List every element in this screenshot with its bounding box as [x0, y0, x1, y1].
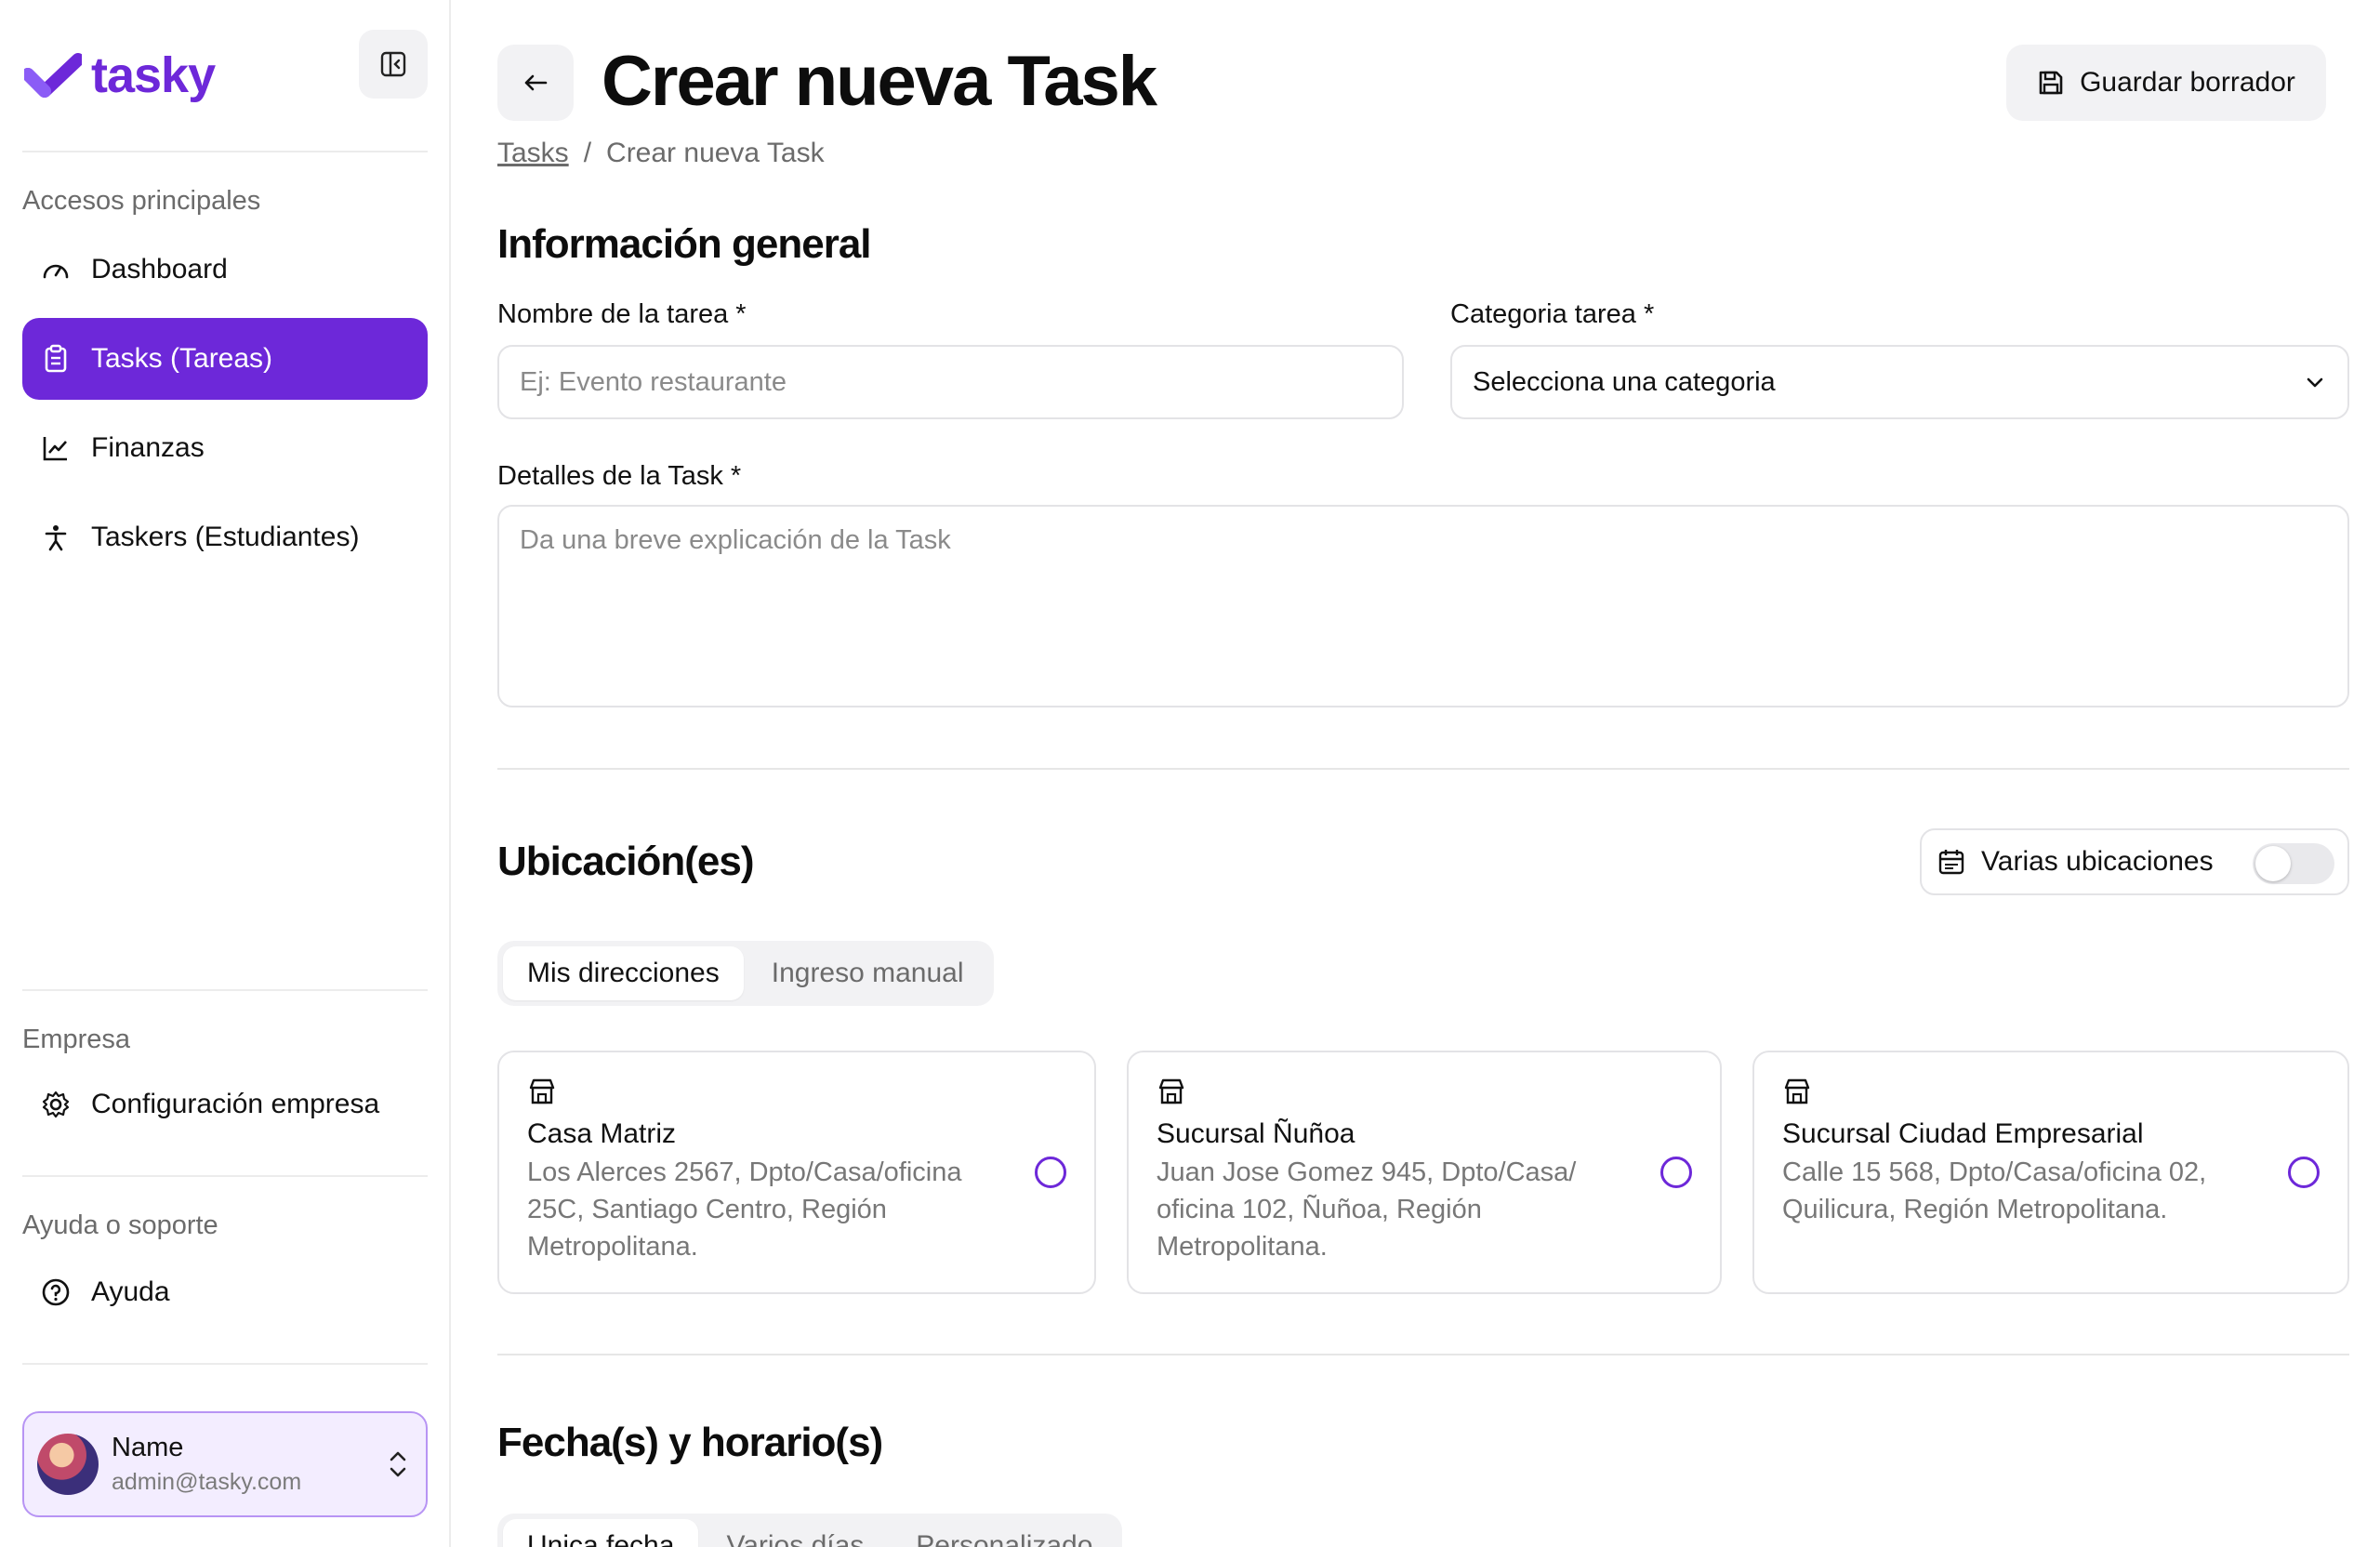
details-label: Detalles de la Task * [497, 461, 742, 491]
task-name-label: Nombre de la tarea * [497, 299, 747, 329]
store-icon [1158, 1078, 1184, 1104]
section-title-schedule: Fecha(s) y horario(s) [497, 1420, 883, 1465]
tab-personalizado[interactable]: Personalizado [892, 1519, 1117, 1547]
switch-knob [2255, 846, 2291, 881]
address-text: Los Alerces 2567, Dpto/Casa/oficina 25C,… [527, 1157, 962, 1262]
store-icon [529, 1078, 555, 1104]
user-menu[interactable]: Name admin@tasky.com [22, 1411, 428, 1517]
address-name: Sucursal Ciudad Empresarial [1782, 1118, 2144, 1149]
sidebar-item-tasks[interactable]: Tasks (Tareas) [22, 318, 428, 400]
sidebar-item-label: Ayuda [91, 1276, 170, 1307]
sidebar-divider [22, 151, 428, 152]
save-icon [2039, 71, 2063, 95]
chart-line-icon [39, 431, 73, 465]
user-email: admin@tasky.com [112, 1469, 302, 1495]
avatar [37, 1434, 99, 1495]
sidebar-divider [22, 1363, 428, 1365]
user-name: Name [112, 1433, 184, 1462]
address-card[interactable]: Casa Matriz Los Alerces 2567, Dpto/Casa/… [497, 1051, 1096, 1294]
category-label: Categoria tarea * [1450, 299, 1655, 329]
address-text: Calle 15 568, Dpto/Casa/oficina 02, Quil… [1782, 1157, 2207, 1224]
person-icon [39, 521, 73, 554]
details-textarea[interactable]: Da una breve explicación de la Task [497, 505, 2349, 707]
address-radio[interactable] [1035, 1157, 1066, 1188]
help-circle-icon [39, 1276, 73, 1309]
gauge-icon [39, 253, 73, 286]
main-content: Crear nueva Task Guardar borrador Tasks … [451, 0, 2380, 1547]
page-title: Crear nueva Task [602, 42, 1157, 121]
category-select-value: Selecciona una categoria [1473, 366, 1776, 397]
multi-location-toggle[interactable]: Varias ubicaciones [1920, 828, 2349, 895]
tab-ingreso-manual[interactable]: Ingreso manual [747, 946, 988, 1000]
collapse-sidebar-button[interactable] [359, 30, 428, 99]
task-name-placeholder: Ej: Evento restaurante [520, 366, 787, 397]
section-divider [497, 1354, 2349, 1355]
section-title-general: Información general [497, 221, 872, 267]
tab-unica-fecha[interactable]: Unica fecha [503, 1519, 699, 1547]
tasky-logo-icon [24, 53, 82, 98]
sidebar-toggle-icon [380, 51, 406, 77]
breadcrumb: Tasks / Crear nueva Task [497, 138, 825, 169]
section-title-locations: Ubicación(es) [497, 839, 755, 884]
clipboard-icon [39, 342, 73, 376]
sidebar: tasky Accesos principales Dashboard Task… [0, 0, 451, 1547]
save-draft-label: Guardar borrador [2080, 67, 2295, 98]
sidebar-item-label: Tasks (Tareas) [91, 343, 273, 374]
breadcrumb-separator: / [583, 138, 592, 168]
address-name: Casa Matriz [527, 1118, 677, 1149]
sidebar-item-label: Dashboard [91, 254, 228, 284]
address-text: Juan Jose Gomez 945, Dpto/Casa/ oficina … [1157, 1157, 1577, 1262]
task-name-input[interactable]: Ej: Evento restaurante [497, 345, 1404, 419]
back-button[interactable] [497, 45, 574, 121]
section-label-company: Empresa [22, 1025, 131, 1054]
gear-icon [39, 1088, 73, 1121]
sidebar-item-dashboard[interactable]: Dashboard [22, 229, 428, 311]
sidebar-item-taskers[interactable]: Taskers (Estudiantes) [22, 496, 428, 578]
multi-location-label: Varias ubicaciones [1981, 846, 2214, 877]
address-radio[interactable] [1660, 1157, 1692, 1188]
section-divider [497, 768, 2349, 770]
sidebar-item-label: Configuración empresa [91, 1089, 380, 1119]
sidebar-item-label: Taskers (Estudiantes) [91, 522, 360, 552]
sidebar-item-company-settings[interactable]: Configuración empresa [22, 1064, 428, 1145]
arrow-left-icon [524, 74, 548, 91]
sidebar-divider [22, 989, 428, 991]
breadcrumb-current: Crear nueva Task [606, 138, 825, 168]
section-label-main: Accesos principales [22, 186, 261, 216]
address-name: Sucursal Ñuñoa [1157, 1118, 1355, 1149]
logo-text: tasky [91, 47, 216, 103]
save-draft-button[interactable]: Guardar borrador [2006, 45, 2326, 121]
address-card[interactable]: Sucursal Ñuñoa Juan Jose Gomez 945, Dpto… [1127, 1051, 1722, 1294]
sidebar-item-label: Finanzas [91, 432, 205, 463]
address-mode-tabs: Mis direcciones Ingreso manual [497, 941, 994, 1006]
sidebar-item-finanzas[interactable]: Finanzas [22, 407, 428, 489]
calendar-icon [1938, 850, 1964, 875]
section-label-help: Ayuda o soporte [22, 1210, 218, 1240]
address-radio[interactable] [2288, 1157, 2320, 1188]
sidebar-divider [22, 1175, 428, 1177]
chevron-up-down-icon [390, 1451, 406, 1477]
sidebar-item-help[interactable]: Ayuda [22, 1251, 428, 1333]
category-select[interactable]: Selecciona una categoria [1450, 345, 2349, 419]
details-placeholder: Da una breve explicación de la Task [520, 525, 951, 555]
multi-location-switch[interactable] [2253, 843, 2334, 884]
store-icon [1784, 1078, 1810, 1104]
tab-varios-dias[interactable]: Varios días [702, 1519, 888, 1547]
tab-mis-direcciones[interactable]: Mis direcciones [503, 946, 744, 1000]
logo[interactable]: tasky [24, 46, 216, 104]
schedule-mode-tabs: Unica fecha Varios días Personalizado [497, 1514, 1123, 1547]
breadcrumb-link-tasks[interactable]: Tasks [497, 138, 569, 169]
chevron-down-icon [2307, 377, 2323, 388]
address-card[interactable]: Sucursal Ciudad Empresarial Calle 15 568… [1752, 1051, 2349, 1294]
